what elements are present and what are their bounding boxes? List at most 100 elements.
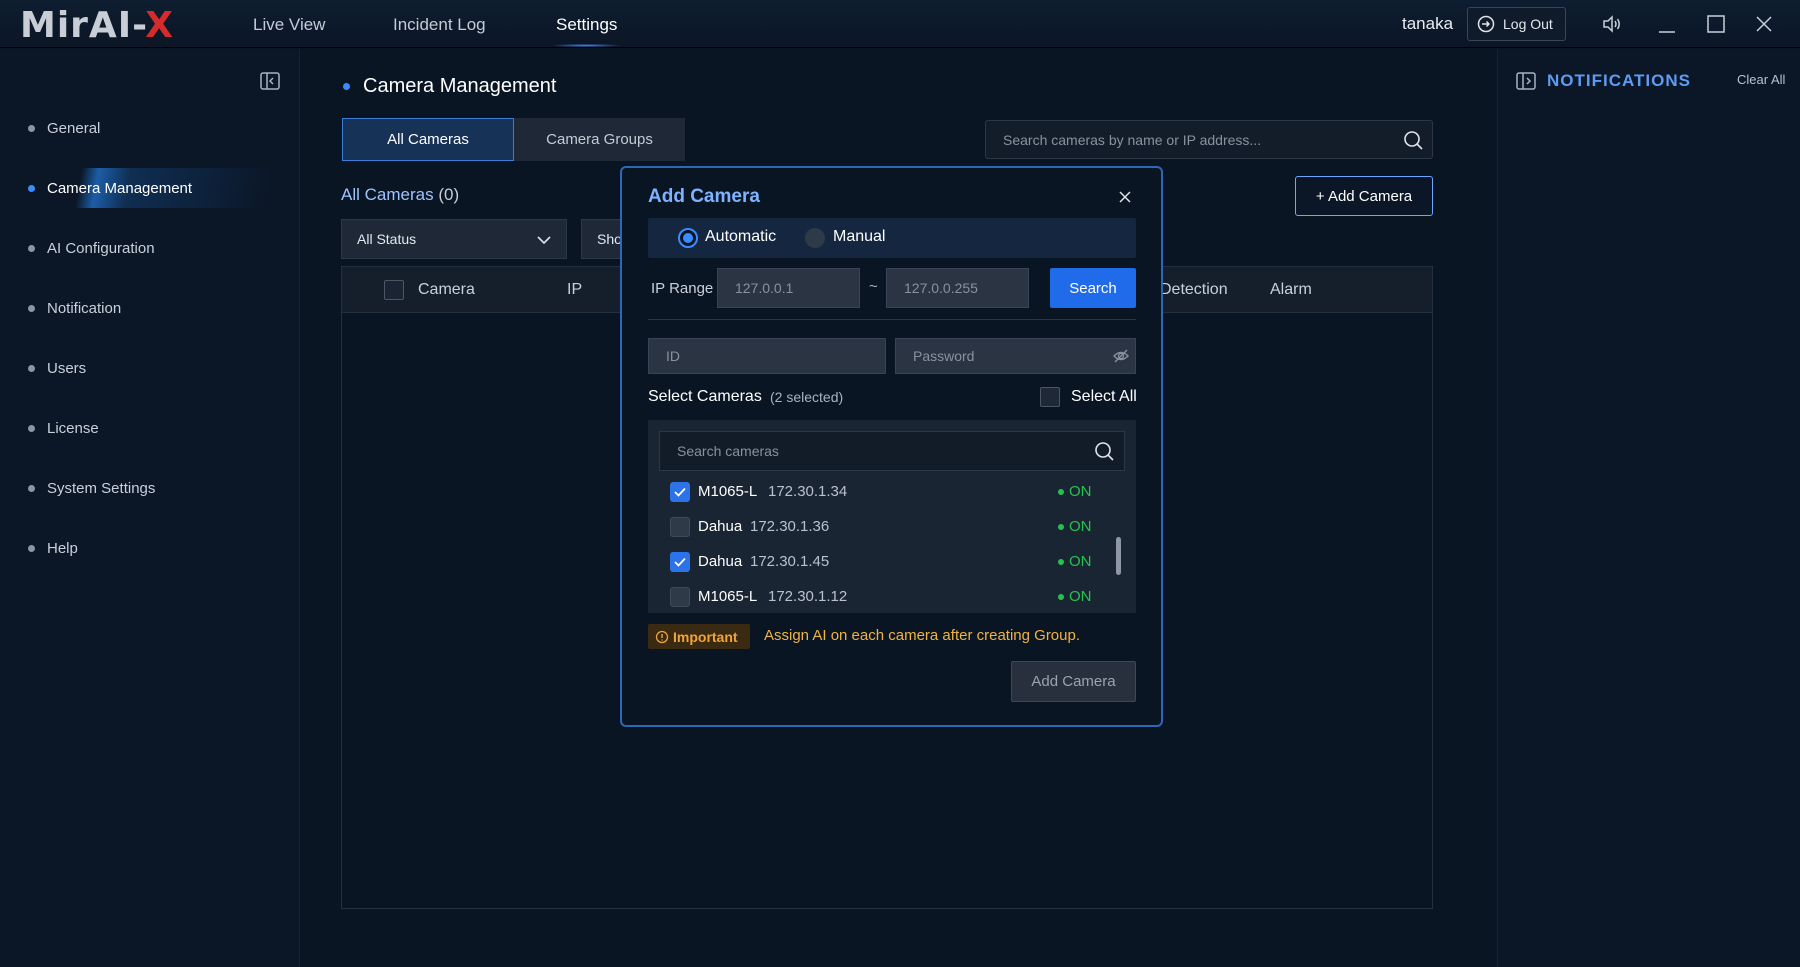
bullet-icon (28, 124, 35, 132)
nav-active-indicator (552, 44, 620, 47)
column-alarm[interactable]: Alarm (1270, 281, 1312, 299)
select-all-checkbox[interactable] (1040, 387, 1060, 407)
search-icon[interactable] (1093, 440, 1115, 462)
divider (648, 319, 1136, 320)
password-input[interactable] (895, 338, 1136, 374)
minimize-icon[interactable] (1655, 12, 1679, 36)
sidebar-collapse-icon[interactable] (258, 69, 282, 93)
camera-search-input[interactable] (986, 121, 1386, 158)
nav-incident-log[interactable]: Incident Log (393, 15, 486, 35)
add-camera-button[interactable]: + Add Camera (1295, 176, 1433, 216)
manual-radio[interactable] (805, 228, 825, 248)
select-cameras-title: Select Cameras (648, 388, 762, 405)
sidebar-item-label: System Settings (47, 479, 156, 497)
tab-all-cameras[interactable]: All Cameras (342, 118, 514, 161)
bullet-icon (28, 424, 35, 432)
close-window-icon[interactable] (1752, 12, 1776, 36)
sidebar-item-help[interactable]: Help (0, 528, 285, 568)
chevron-down-icon (537, 236, 551, 245)
alert-icon (655, 630, 669, 643)
camera-list-heading: All Cameras (0) (341, 185, 460, 204)
status-dot-icon (1058, 524, 1064, 530)
logout-button[interactable]: Log Out (1467, 7, 1566, 41)
list-scrollbar[interactable] (1116, 537, 1121, 575)
manual-label[interactable]: Manual (833, 228, 885, 246)
camera-status: ON (1069, 553, 1092, 570)
select-all-rows-checkbox[interactable] (384, 280, 404, 300)
status-dot-icon (1058, 489, 1064, 495)
camera-name: M1065-L (698, 588, 758, 605)
logout-icon (1477, 15, 1495, 33)
camera-count: (0) (438, 185, 460, 204)
sidebar-item-label: Users (47, 359, 87, 377)
submit-add-camera-button[interactable]: Add Camera (1011, 661, 1136, 702)
camera-name: Dahua (698, 518, 743, 535)
bullet-icon (28, 484, 35, 492)
camera-list-item[interactable]: M1065-L 172.30.1.34 ON (648, 475, 1124, 509)
ip-end-input[interactable] (886, 268, 1029, 308)
sidebar-item-license[interactable]: License (0, 408, 285, 448)
username: tanaka (1402, 14, 1454, 33)
sidebar: General Camera Management AI Configurati… (0, 49, 300, 967)
camera-list-search-box (659, 431, 1125, 471)
sidebar-item-system-settings[interactable]: System Settings (0, 468, 285, 508)
camera-status: ON (1069, 518, 1092, 535)
title-bullet-icon (343, 83, 350, 90)
status-filter-value: All Status (357, 231, 417, 247)
automatic-label[interactable]: Automatic (705, 228, 776, 246)
camera-select-list: M1065-L 172.30.1.34 ON Dahua 172.30.1.36… (648, 420, 1136, 613)
column-ip[interactable]: IP (567, 281, 582, 299)
camera-search-box (985, 120, 1433, 159)
camera-ip: 172.30.1.36 (750, 518, 830, 535)
selected-count: (2 selected) (770, 389, 844, 405)
sidebar-item-label: Camera Management (47, 179, 193, 197)
camera-list-item[interactable]: M1065-L 172.30.1.12 ON (648, 580, 1124, 613)
camera-checkbox[interactable] (670, 482, 690, 502)
sidebar-item-label: License (47, 419, 99, 437)
status-dot-icon (1058, 594, 1064, 600)
panel-toggle-icon[interactable] (1514, 69, 1538, 93)
dialog-title: Add Camera (648, 186, 760, 207)
tab-camera-groups[interactable]: Camera Groups (514, 118, 685, 161)
camera-name: Dahua (698, 553, 743, 570)
clear-all-link[interactable]: Clear All (1737, 72, 1785, 87)
ip-start-input[interactable] (717, 268, 860, 308)
sidebar-item-notification[interactable]: Notification (0, 288, 285, 328)
camera-checkbox[interactable] (670, 587, 690, 607)
add-camera-dialog: Add Camera Automatic Manual IP Range ~ S… (620, 166, 1163, 727)
search-icon[interactable] (1402, 129, 1424, 151)
camera-ip: 172.30.1.12 (768, 588, 848, 605)
camera-list-item[interactable]: Dahua 172.30.1.36 ON (648, 510, 1124, 544)
camera-name: M1065-L (698, 483, 758, 500)
search-button[interactable]: Search (1050, 268, 1136, 308)
sidebar-item-ai-configuration[interactable]: AI Configuration (0, 228, 285, 268)
maximize-icon[interactable] (1704, 12, 1728, 36)
bullet-icon (28, 304, 35, 312)
nav-live-view[interactable]: Live View (253, 15, 325, 35)
ip-range-label: IP Range (651, 280, 714, 297)
nav-settings[interactable]: Settings (556, 15, 617, 35)
select-all-label[interactable]: Select All (1071, 388, 1137, 406)
camera-ip: 172.30.1.34 (768, 483, 848, 500)
eye-off-icon[interactable] (1112, 347, 1130, 365)
column-camera[interactable]: Camera (418, 281, 475, 299)
sidebar-item-label: Notification (47, 299, 122, 317)
page-title: Camera Management (363, 75, 557, 97)
notifications-title: NOTIFICATIONS (1547, 71, 1691, 90)
column-detection[interactable]: Detection (1160, 281, 1228, 299)
sidebar-item-general[interactable]: General (0, 108, 285, 148)
camera-checkbox[interactable] (670, 517, 690, 537)
status-filter-select[interactable]: All Status (341, 219, 567, 259)
camera-checkbox[interactable] (670, 552, 690, 572)
bullet-icon (28, 364, 35, 372)
volume-icon[interactable] (1600, 12, 1624, 36)
sidebar-item-camera-management[interactable]: Camera Management (0, 168, 285, 208)
id-input[interactable] (648, 338, 886, 374)
logout-label: Log Out (1503, 16, 1553, 32)
sidebar-item-users[interactable]: Users (0, 348, 285, 388)
camera-list-search-input[interactable] (660, 432, 1080, 470)
bullet-icon (28, 244, 35, 252)
automatic-radio[interactable] (678, 228, 698, 248)
close-icon[interactable] (1115, 187, 1135, 207)
camera-list-item[interactable]: Dahua 172.30.1.45 ON (648, 545, 1124, 579)
